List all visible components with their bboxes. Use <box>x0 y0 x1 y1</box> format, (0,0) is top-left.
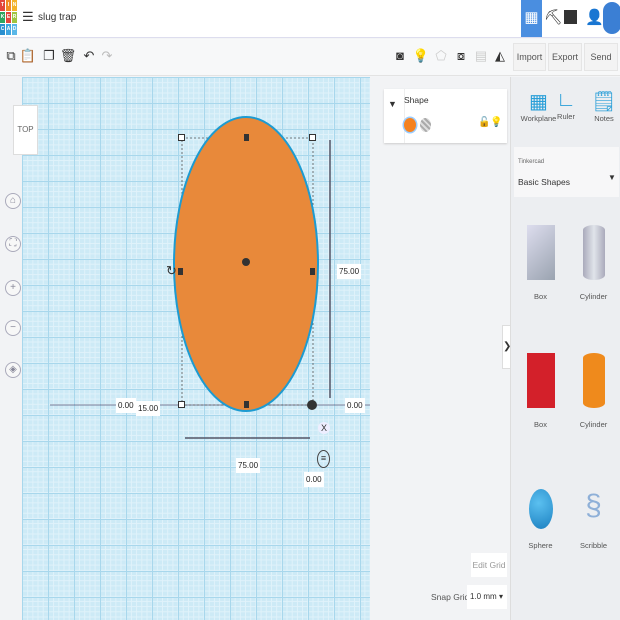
bottom-offset-value[interactable]: 0.00 <box>304 472 324 487</box>
light-bulb-icon[interactable]: 💡 <box>490 117 502 128</box>
tool-label: Notes <box>589 114 619 123</box>
notes-tool[interactable]: 🗒Notes <box>589 89 619 123</box>
send-to-button[interactable]: Send To <box>584 43 618 71</box>
width-value[interactable]: 75.00 <box>236 458 260 473</box>
side-handle[interactable] <box>310 268 315 275</box>
shape-label: Sphere <box>513 541 568 550</box>
shape-box[interactable]: Box <box>513 353 568 429</box>
shape-scribble[interactable]: § Scribble <box>566 489 620 550</box>
snap-grid-label: Snap Grid <box>431 592 469 602</box>
side-handle[interactable] <box>178 268 183 275</box>
edit-grid-button[interactable]: Edit Grid <box>471 553 507 577</box>
shape-label: Cylinder <box>566 420 620 429</box>
elevation-value[interactable]: 15.00 <box>136 401 160 416</box>
right-panel: ▦Workplane ∟Ruler 🗒Notes Tinkercad Basic… <box>510 77 620 620</box>
ruler-tool[interactable]: ∟Ruler <box>551 89 581 121</box>
shape-grid: Box Cylinder Box Cylinder Sphere § Scribb… <box>511 207 620 620</box>
shape-cylinder[interactable]: Cylinder <box>566 353 620 429</box>
dropdown-icon: ▼ <box>608 173 616 182</box>
avatar[interactable] <box>603 2 620 34</box>
pickaxe-icon[interactable]: ⛏ <box>544 8 563 26</box>
shape-inspector: ▼ Shape 🔓 💡 <box>384 89 507 143</box>
hole-button[interactable] <box>420 118 431 132</box>
scribble-icon: § <box>566 489 620 529</box>
snap-grid-select[interactable]: 1.0 mm▾ <box>467 585 507 609</box>
box-icon <box>527 225 555 280</box>
ruler-icon: ∟ <box>551 89 581 112</box>
corner-handle[interactable] <box>178 401 185 408</box>
cylinder-icon <box>583 353 605 408</box>
center-handle[interactable] <box>242 258 250 266</box>
library-select[interactable]: Tinkercad Basic Shapes ▼ <box>514 147 619 197</box>
bricks-icon[interactable] <box>564 10 577 24</box>
collapse-icon[interactable]: ▼ <box>388 99 397 109</box>
inspector-title: Shape <box>404 95 429 105</box>
side-handle[interactable] <box>244 401 249 408</box>
import-button[interactable]: Import <box>513 43 546 71</box>
add-user-icon[interactable]: 👤 <box>585 8 604 26</box>
shape-label: Box <box>513 420 568 429</box>
solid-color-button[interactable] <box>404 118 416 132</box>
side-handle[interactable] <box>244 134 249 141</box>
corner-handle[interactable] <box>178 134 185 141</box>
shape-box-gray[interactable]: Box <box>513 225 568 301</box>
shape-label: Cylinder <box>566 292 620 301</box>
right-offset-value[interactable]: 0.00 <box>345 398 365 413</box>
grid-view-icon[interactable]: ▦ <box>521 0 542 37</box>
cylinder-icon <box>583 225 605 280</box>
menu-handle-icon[interactable]: ≡ <box>317 450 330 468</box>
tool-label: Ruler <box>551 112 581 121</box>
sphere-icon <box>529 489 553 529</box>
lock-icon[interactable]: 🔓 <box>478 117 490 128</box>
library-source: Tinkercad <box>518 159 544 165</box>
library-name: Basic Shapes <box>518 177 570 187</box>
shape-sphere[interactable]: Sphere <box>513 489 568 550</box>
height-value[interactable]: 75.00 <box>337 264 361 279</box>
corner-handle[interactable] <box>309 134 316 141</box>
rotate-icon[interactable]: ↻ <box>166 263 177 278</box>
shape-label: Box <box>513 292 568 301</box>
shape-cylinder-gray[interactable]: Cylinder <box>566 225 620 301</box>
box-icon <box>527 353 555 408</box>
notes-icon: 🗒 <box>589 89 619 114</box>
snap-grid-value: 1.0 mm <box>470 592 497 601</box>
close-dimension-button[interactable]: X <box>318 422 330 434</box>
export-button[interactable]: Export <box>548 43 582 71</box>
left-offset-value[interactable]: 0.00 <box>116 398 136 413</box>
elevation-handle[interactable] <box>307 400 317 410</box>
shape-label: Scribble <box>566 541 620 550</box>
